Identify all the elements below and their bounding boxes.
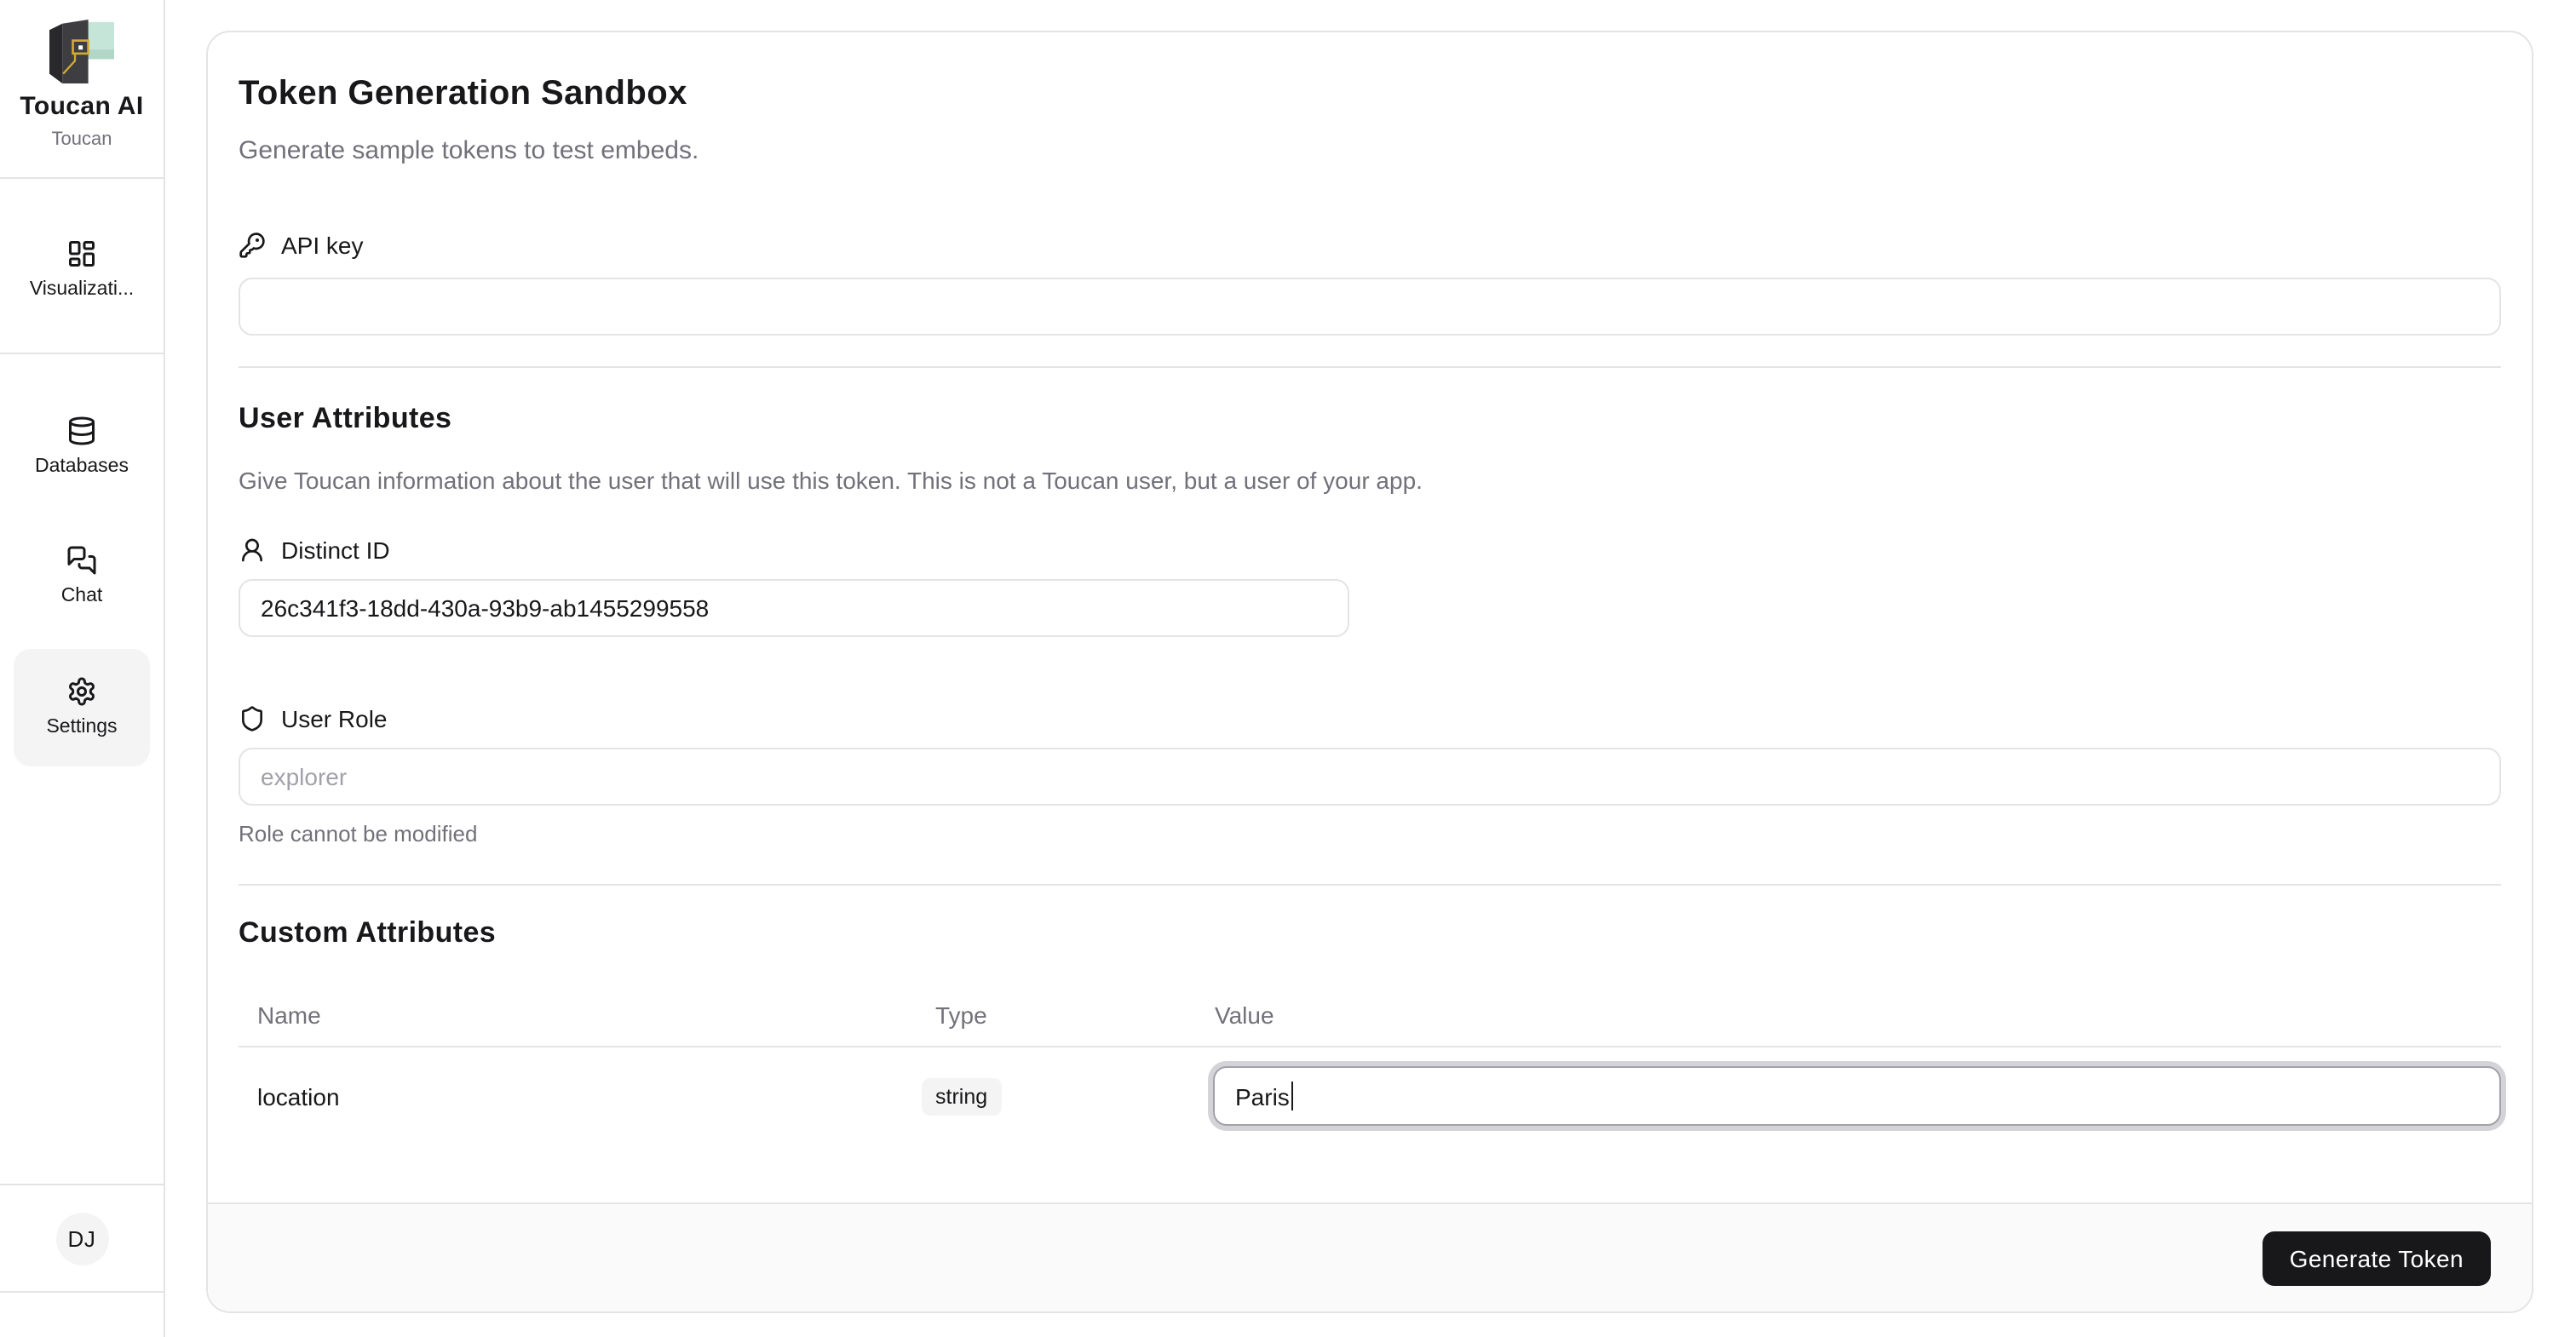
custom-attributes-heading: Custom Attributes <box>239 916 497 949</box>
gear-icon <box>69 677 95 706</box>
sidebar-item-databases[interactable]: Databases <box>35 416 129 477</box>
sidebar-item-label: Visualizati... <box>29 279 135 300</box>
sidebar-nav: Visualizati... Databases Chat Settings <box>0 179 164 766</box>
column-header-name: Name <box>257 1001 321 1029</box>
user-attributes-heading: User Attributes <box>239 402 452 434</box>
token-sandbox-card: Token Generation Sandbox Generate sample… <box>206 31 2533 1313</box>
user-role-label-text: User Role <box>281 705 388 732</box>
card-footer: Generate Token <box>208 1202 2532 1311</box>
sidebar-item-chat[interactable]: Chat <box>60 545 103 606</box>
user-attributes-description: Give Toucan information about the user t… <box>239 467 1423 494</box>
user-role-label: User Role <box>239 703 2501 734</box>
sidebar-item-label: Settings <box>46 717 118 737</box>
sidebar-footer: DJ <box>0 1184 164 1293</box>
sidebar-divider <box>0 353 164 354</box>
user-role-helper: Role cannot be modified <box>239 821 478 846</box>
column-header-type: Type <box>935 1001 987 1029</box>
distinct-id-input[interactable] <box>239 579 1349 637</box>
user-icon <box>242 538 262 562</box>
custom-attributes-table: Name Type Value location string Paris <box>239 1000 2501 1145</box>
brand: Toucan AI Toucan <box>0 0 164 179</box>
page-title: Token Generation Sandbox <box>239 75 687 112</box>
sidebar-item-visualizations[interactable]: Visualizati... <box>30 238 134 300</box>
avatar[interactable]: DJ <box>55 1212 108 1265</box>
value-input[interactable]: Paris <box>1213 1066 2501 1126</box>
attribute-type-cell: string <box>922 1077 1213 1115</box>
sidebar: Toucan AI Toucan Visualizati... Database… <box>0 0 165 1337</box>
attribute-name: location <box>257 1082 340 1110</box>
section-divider <box>239 366 2501 368</box>
api-key-label-text: API key <box>281 232 364 259</box>
brand-title: Toucan AI <box>20 92 144 121</box>
layout-dashboard-icon <box>69 241 95 267</box>
type-badge: string <box>922 1077 1002 1115</box>
sidebar-item-label: Chat <box>60 586 103 606</box>
generate-token-button[interactable]: Generate Token <box>2262 1231 2491 1285</box>
table-header-row: Name Type Value <box>239 1000 2501 1030</box>
shield-icon <box>242 706 262 732</box>
sidebar-item-settings[interactable]: Settings <box>14 649 150 766</box>
text-caret <box>1291 1082 1294 1110</box>
sidebar-item-label: Databases <box>35 456 129 477</box>
app-window: Toucan AI Toucan Visualizati... Database… <box>0 0 2576 1337</box>
section-divider <box>239 884 2501 886</box>
api-key-label: API key <box>239 230 2501 261</box>
user-role-input[interactable] <box>239 748 2501 806</box>
distinct-id-label: Distinct ID <box>239 535 2501 565</box>
toucan-logo-icon <box>49 19 114 83</box>
chat-icon <box>67 546 96 575</box>
table-row: location string Paris <box>239 1047 2501 1145</box>
distinct-id-label-text: Distinct ID <box>281 537 390 564</box>
attribute-value-cell: Paris <box>1213 1066 2501 1126</box>
brand-subtitle: Toucan <box>51 129 112 150</box>
database-icon <box>68 416 95 445</box>
column-header-value: Value <box>1215 1001 1274 1029</box>
page-subtitle: Generate sample tokens to test embeds. <box>239 136 699 165</box>
key-icon <box>239 232 265 258</box>
api-key-input[interactable] <box>239 278 2501 336</box>
value-input-text: Paris <box>1235 1082 1290 1110</box>
